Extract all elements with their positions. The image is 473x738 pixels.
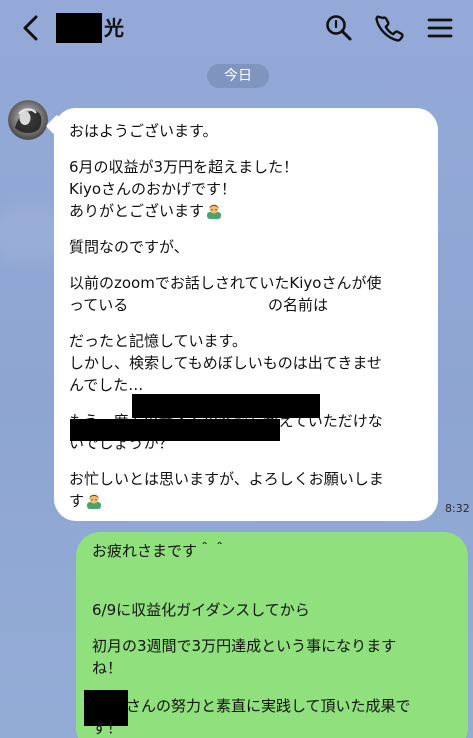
message-line: おはようございます。 bbox=[69, 122, 218, 140]
bowing-person-emoji bbox=[86, 493, 102, 509]
search-icon bbox=[323, 12, 355, 44]
menu-button[interactable] bbox=[424, 12, 456, 44]
contact-avatar[interactable] bbox=[8, 100, 48, 140]
date-pill: 今日 bbox=[207, 64, 269, 88]
chat-title-suffix: 光 bbox=[104, 16, 124, 40]
message-line: 6/9に収益化ガイダンスしてから bbox=[92, 601, 310, 619]
call-button[interactable] bbox=[373, 12, 405, 44]
message-line: さんの努力と素直に実践して頂いた成果で bbox=[126, 697, 411, 715]
message-line: 以前のzoomでお話しされていたKiyoさんが使 bbox=[69, 274, 382, 292]
chat-title: 光 bbox=[56, 11, 124, 45]
message-line: だったと記憶しています。 bbox=[69, 332, 248, 350]
message-line: 初月の3週間で3万円達成という事になります bbox=[92, 637, 397, 655]
message-line: 質問なのですが、 bbox=[69, 238, 189, 256]
redacted-name-block bbox=[56, 13, 102, 43]
incoming-message-bubble[interactable]: おはようございます。 6月の収益が3万円を超えました！ Kiyoさんのおかげです… bbox=[54, 108, 438, 521]
message-line: お忙しいとは思いますが、よろしくお願いしま bbox=[69, 470, 384, 488]
message-line-text: ありがとございます bbox=[69, 202, 205, 220]
chat-screen: 光 今日 おはようございます。 6月の収益が3万円を超えました！ Kiyoさんの… bbox=[0, 0, 473, 738]
phone-icon bbox=[373, 12, 405, 44]
message-line: お疲れさまです＾＾ bbox=[92, 542, 228, 560]
message-timestamp: 8:32 bbox=[445, 502, 470, 515]
outgoing-message-bubble[interactable]: お疲れさまです＾＾ 6/9に収益化ガイダンスしてから 初月の3週間で3万円達成と… bbox=[76, 532, 468, 738]
chevron-left-icon bbox=[16, 12, 48, 44]
bowing-person-emoji bbox=[206, 203, 222, 219]
search-button[interactable] bbox=[323, 12, 355, 44]
message-line: Kiyoさんのおかげです！ bbox=[69, 180, 237, 198]
redacted-text-block bbox=[70, 419, 280, 441]
message-line: 6月の収益が3万円を超えました！ bbox=[69, 158, 299, 176]
message-line: す bbox=[69, 492, 102, 510]
message-line: んでした… bbox=[69, 376, 144, 394]
message-line: ありがとございます bbox=[69, 202, 222, 220]
message-line: の名前は bbox=[268, 296, 329, 314]
chat-header: 光 bbox=[0, 0, 473, 56]
message-line: っている bbox=[69, 296, 129, 314]
message-line: す！ bbox=[92, 719, 123, 737]
back-button[interactable] bbox=[16, 12, 48, 44]
message-line: しかし、検索してもめぼしいものは出てきませ bbox=[69, 354, 382, 372]
redacted-text-block bbox=[132, 394, 320, 418]
hamburger-menu-icon bbox=[424, 12, 456, 44]
message-line: ね！ bbox=[92, 659, 123, 677]
message-line-text: す bbox=[69, 492, 85, 510]
